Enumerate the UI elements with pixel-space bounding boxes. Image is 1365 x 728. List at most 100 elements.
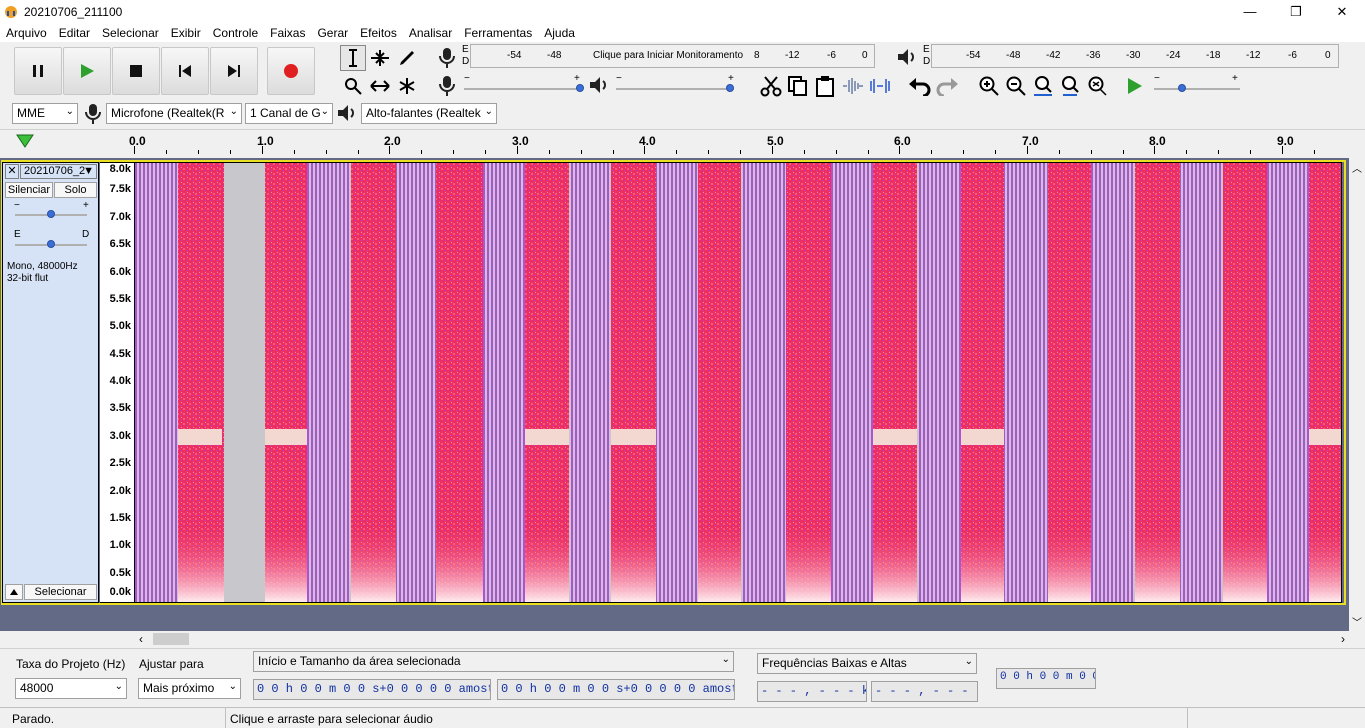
chevron-down-icon: ⌄ <box>114 681 123 692</box>
silence-button[interactable] <box>867 73 893 99</box>
snap-to-select[interactable]: Mais próximo ⌄ <box>138 678 241 699</box>
track-name-menu[interactable]: 20210706_2 ▼ <box>20 164 97 179</box>
collapse-track-button[interactable] <box>5 584 23 600</box>
rec-channel-e: E <box>462 44 469 55</box>
selection-start-time[interactable]: 0 0 h 0 0 m 0 0 s+0 0 0 0 0 amostras <box>253 679 491 700</box>
recording-device-select[interactable]: Microfone (Realtek(R ⌄ <box>106 103 242 124</box>
minimize-button[interactable]: — <box>1227 0 1273 23</box>
status-bar: Parado. Clique e arraste para selecionar… <box>0 707 1365 728</box>
skip-start-button[interactable] <box>161 47 209 95</box>
spectrogram-view[interactable] <box>134 162 1342 603</box>
scroll-right-icon[interactable]: › <box>1341 632 1345 646</box>
track-name: 20210706_2 <box>24 165 86 177</box>
menu-faixas[interactable]: Faixas <box>264 26 311 40</box>
horizontal-scrollbar[interactable]: ‹ › <box>135 631 1349 647</box>
rec-tick: -54 <box>507 50 522 61</box>
project-rate-select[interactable]: 48000 ⌄ <box>15 678 127 699</box>
freq-label: 4.0k <box>109 375 131 387</box>
menu-analisar[interactable]: Analisar <box>403 26 458 40</box>
zoom-tool-button[interactable] <box>340 73 366 99</box>
stop-icon <box>130 65 142 77</box>
horizontal-scroll-thumb[interactable] <box>153 633 189 645</box>
playback-volume-knob[interactable] <box>726 84 734 92</box>
low-frequency-field[interactable]: - - - , - - - kHz <box>757 681 867 702</box>
zoom-out-button[interactable] <box>1003 73 1029 99</box>
selection-end-time[interactable]: 0 0 h 0 0 m 0 0 s+0 0 0 0 0 amostras <box>497 679 735 700</box>
speaker-icon[interactable] <box>896 47 918 67</box>
draw-tool-button[interactable] <box>394 45 420 71</box>
playback-meter[interactable]: -54 -48 -42 -36 -30 -24 -18 -12 -6 0 <box>931 44 1339 68</box>
close-button[interactable]: ✕ <box>1319 0 1365 23</box>
menu-selecionar[interactable]: Selecionar <box>96 26 165 40</box>
zoom-toggle-icon <box>1088 76 1107 96</box>
spectral-selection-select[interactable]: Frequências Baixas e Altas ⌄ <box>757 653 977 674</box>
scroll-left-icon[interactable]: ‹ <box>139 632 143 646</box>
zoom-toggle-button[interactable] <box>1084 73 1110 99</box>
record-button[interactable] <box>267 47 315 95</box>
envelope-tool-button[interactable] <box>367 45 393 71</box>
scroll-up-icon[interactable]: ︿ <box>1352 160 1362 175</box>
pin-head-icon[interactable] <box>15 133 35 149</box>
rec-tick: -48 <box>547 50 562 61</box>
skip-end-button[interactable] <box>210 47 258 95</box>
track-select-button[interactable]: Selecionar <box>24 584 97 600</box>
menu-gerar[interactable]: Gerar <box>311 26 354 40</box>
play-at-speed-button[interactable] <box>1122 73 1148 99</box>
timeline-ruler[interactable]: 0.0 1.0 2.0 3.0 4.0 5.0 6.0 7.0 8.0 9.0 <box>0 129 1365 154</box>
paste-button[interactable] <box>812 73 838 99</box>
high-frequency-field[interactable]: - - - , - - - kHz <box>871 681 978 702</box>
menu-ferramentas[interactable]: Ferramentas <box>458 26 538 40</box>
audio-host-select[interactable]: MME ⌄ <box>12 103 78 124</box>
cut-button[interactable] <box>758 73 784 99</box>
menu-bar: Arquivo Editar Selecionar Exibir Control… <box>0 23 1365 42</box>
copy-button[interactable] <box>785 73 811 99</box>
menu-arquivo[interactable]: Arquivo <box>0 26 53 40</box>
menu-controle[interactable]: Controle <box>207 26 264 40</box>
play-speed-knob[interactable] <box>1178 84 1186 92</box>
record-volume-knob[interactable] <box>576 84 584 92</box>
menu-exibir[interactable]: Exibir <box>165 26 207 40</box>
track-close-button[interactable]: ✕ <box>5 164 19 179</box>
title-bar: 20210706_211100 — ❐ ✕ <box>0 0 1365 23</box>
audio-position-field[interactable]: 0 0 h 0 0 m 0 0 s <box>996 668 1096 689</box>
pause-button[interactable] <box>14 47 62 95</box>
recording-channels-select[interactable]: 1 Canal de G ⌄ <box>245 103 333 124</box>
time-shift-tool-button[interactable] <box>367 73 393 99</box>
maximize-button[interactable]: ❐ <box>1273 0 1319 23</box>
redo-button[interactable] <box>934 73 960 99</box>
scroll-down-icon[interactable]: ﹀ <box>1352 614 1362 629</box>
play-button[interactable] <box>63 47 111 95</box>
record-volume-slider[interactable] <box>464 88 582 90</box>
play-speed-slider[interactable] <box>1154 88 1240 90</box>
gain-knob[interactable] <box>47 210 55 218</box>
menu-editar[interactable]: Editar <box>53 26 96 40</box>
ruler-ticks <box>134 146 1315 154</box>
playback-device-select[interactable]: Alto-falantes (Realtek ⌄ <box>361 103 497 124</box>
zoom-in-button[interactable] <box>976 73 1002 99</box>
stop-button[interactable] <box>112 47 160 95</box>
microphone-icon[interactable] <box>437 46 457 70</box>
pan-knob[interactable] <box>47 240 55 248</box>
mute-button[interactable]: Silenciar <box>5 182 53 198</box>
trim-button[interactable] <box>840 73 866 99</box>
multi-tool-button[interactable] <box>394 73 420 99</box>
menu-ajuda[interactable]: Ajuda <box>538 26 581 40</box>
frequency-scale[interactable]: 8.0k 7.5k 7.0k 6.5k 6.0k 5.5k 5.0k 4.5k … <box>100 162 134 603</box>
monitor-prompt[interactable]: Clique para Iniciar Monitoramento <box>593 50 743 61</box>
record-meter[interactable]: -54 -48 Clique para Iniciar Monitorament… <box>470 44 875 68</box>
fit-selection-button[interactable] <box>1030 73 1056 99</box>
rec-tick: 8 <box>754 50 760 61</box>
selection-tool-button[interactable] <box>340 45 366 71</box>
fit-project-button[interactable] <box>1057 73 1083 99</box>
undo-button[interactable] <box>907 73 933 99</box>
menu-efeitos[interactable]: Efeitos <box>354 26 403 40</box>
speed-slider-plus: + <box>1232 73 1238 84</box>
vertical-scrollbar[interactable]: ︿ ﹀ <box>1349 158 1365 631</box>
solo-button[interactable]: Solo <box>54 182 97 198</box>
selection-mode-select[interactable]: Início e Tamanho da área selecionada ⌄ <box>253 651 734 672</box>
rec-slider-plus: + <box>574 73 580 84</box>
play-at-speed-icon <box>1128 78 1142 94</box>
playback-volume-slider[interactable] <box>616 88 734 90</box>
selection-toolbar: Taxa do Projeto (Hz) 48000 ⌄ Ajustar para… <box>0 648 1365 705</box>
project-rate-value: 48000 <box>20 681 54 695</box>
